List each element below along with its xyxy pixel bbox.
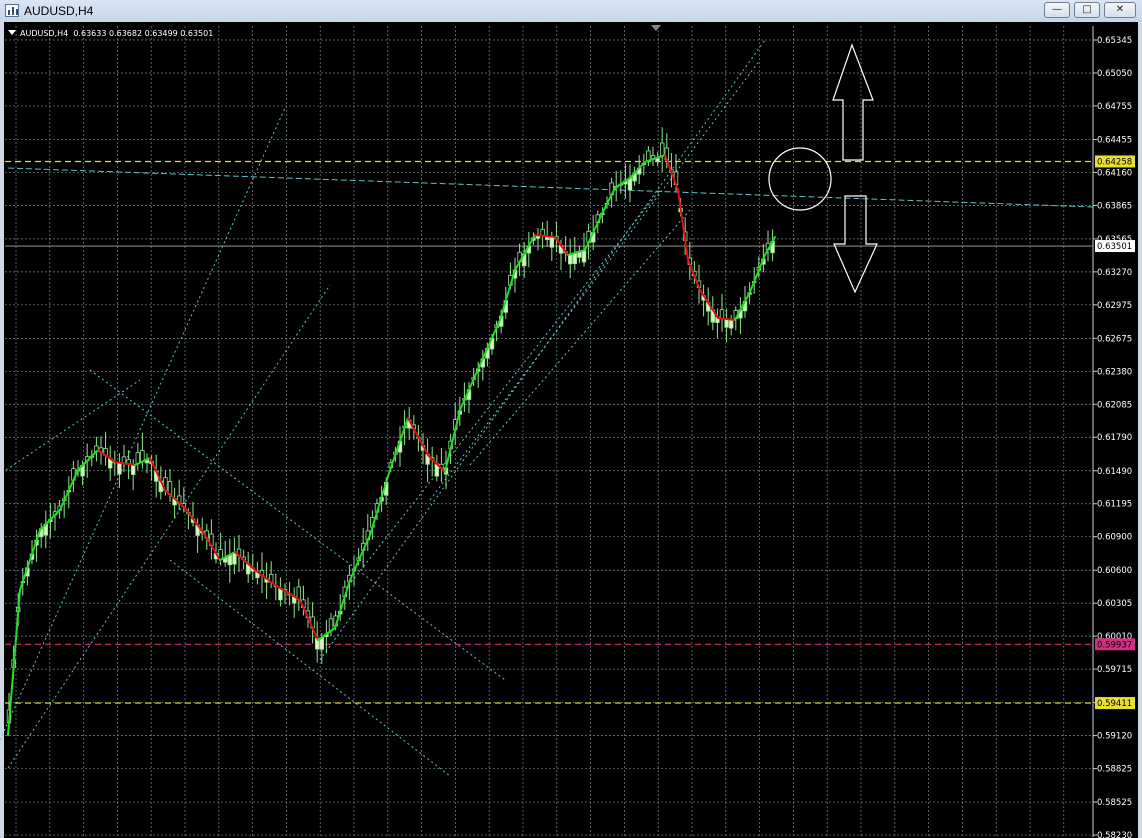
candlesticks xyxy=(6,127,775,731)
ma-segment xyxy=(599,187,616,219)
chart-grid xyxy=(5,26,1094,837)
level-price-tag: 0.59411 xyxy=(1097,699,1132,709)
price-axis[interactable]: 0.65345 0.65050 0.64755 0.64455 0.64160 0.638… xyxy=(651,25,1135,838)
axis-price-label: 0.64755 xyxy=(1097,102,1132,112)
axis-price-label: 0.62675 xyxy=(1097,334,1132,344)
current-price-tag: 0.63501 xyxy=(1097,242,1132,252)
ma-segment xyxy=(749,254,766,293)
candle-body xyxy=(724,318,729,328)
axis-price-label: 0.65050 xyxy=(1097,69,1132,79)
trendline xyxy=(7,167,1094,208)
ma-segment xyxy=(459,364,481,411)
axis-price-label: 0.60600 xyxy=(1097,566,1132,576)
level-price-tag: 0.64258 xyxy=(1097,157,1132,167)
down-arrow-icon xyxy=(833,195,878,294)
candle-body xyxy=(572,252,577,265)
symbol-name: AUDUSD xyxy=(20,29,55,38)
trendline xyxy=(319,39,766,661)
maximize-button[interactable]: □ xyxy=(1074,2,1100,18)
candle-body xyxy=(660,142,665,157)
trendline xyxy=(89,369,506,681)
axis-price-label: 0.58825 xyxy=(1097,765,1132,775)
trendline xyxy=(429,59,761,501)
close-button[interactable]: ✕ xyxy=(1104,2,1136,18)
trendline xyxy=(344,189,661,591)
ma-segment xyxy=(234,551,256,571)
axis-price-label: 0.63865 xyxy=(1097,201,1132,211)
ma-segment xyxy=(369,469,391,536)
horizontal-levels[interactable] xyxy=(5,160,1093,704)
ma-segment xyxy=(717,317,736,321)
axis-price-label: 0.62975 xyxy=(1097,301,1132,311)
axis-price-label: 0.61195 xyxy=(1097,500,1132,510)
chart-window-icon xyxy=(5,4,19,17)
ma-segment xyxy=(699,289,719,319)
minimize-button[interactable]: — xyxy=(1044,2,1070,18)
ma-segment xyxy=(614,177,631,189)
axis-price-label: 0.60900 xyxy=(1097,533,1132,543)
ma-segment xyxy=(629,161,646,179)
trendline xyxy=(7,284,331,769)
axis-price-label: 0.59120 xyxy=(1097,732,1132,742)
window-title: AUDUSD,H4 xyxy=(24,4,94,18)
axis-price-label: 0.61790 xyxy=(1097,433,1132,443)
candle-body xyxy=(130,464,136,475)
axis-price-label: 0.59715 xyxy=(1097,665,1132,675)
axis-price-label: 0.62085 xyxy=(1097,400,1132,410)
ma-segment xyxy=(299,599,319,641)
axis-price-label: 0.58230 xyxy=(1097,831,1132,838)
ma-segment xyxy=(479,319,501,366)
axis-price-label: 0.64455 xyxy=(1097,135,1132,145)
trendline xyxy=(169,559,451,777)
ma-segment xyxy=(334,579,351,629)
candle-body xyxy=(581,249,587,263)
axis-price-label: 0.64160 xyxy=(1097,168,1132,178)
axis-price-label: 0.65345 xyxy=(1097,36,1132,46)
dropdown-triangle-icon[interactable] xyxy=(8,30,16,35)
ma-segment xyxy=(149,457,166,491)
candle-body xyxy=(568,253,573,265)
ma-segment xyxy=(7,589,21,736)
ellipse-marker xyxy=(768,147,832,211)
trendlines[interactable] xyxy=(0,39,1094,777)
symbol-info: AUDUSD,H4 0.63633 0.63682 0.63499 0.6350… xyxy=(8,29,213,38)
candle-body xyxy=(729,319,734,329)
moving-average xyxy=(7,154,776,736)
axis-price-label: 0.62380 xyxy=(1097,367,1132,377)
trendline xyxy=(469,209,691,466)
ma-segment xyxy=(677,189,689,261)
candle-body xyxy=(117,462,122,475)
axis-price-label: 0.63270 xyxy=(1097,268,1132,278)
axis-price-label: 0.58525 xyxy=(1097,798,1132,808)
ma-segment xyxy=(389,417,409,471)
up-arrow-icon xyxy=(832,43,874,161)
ohlc-values: 0.63633 0.63682 0.63499 0.63501 xyxy=(73,29,214,38)
trendline xyxy=(0,107,286,741)
price-chart[interactable]: 0.65345 0.65050 0.64755 0.64455 0.64160 0.638… xyxy=(0,22,1142,838)
level-price-tag: 0.59937 xyxy=(1097,640,1132,650)
axis-price-label: 0.60305 xyxy=(1097,599,1132,609)
chart-shift-marker-icon xyxy=(651,25,661,31)
ma-segment xyxy=(77,449,99,471)
axis-price-label: 0.61490 xyxy=(1097,467,1132,477)
window-titlebar: AUDUSD,H4 — □ ✕ xyxy=(0,0,1142,23)
timeframe: H4 xyxy=(57,29,69,38)
candle-body xyxy=(719,309,725,319)
ma-segment xyxy=(349,534,371,581)
candle-body xyxy=(549,236,554,248)
